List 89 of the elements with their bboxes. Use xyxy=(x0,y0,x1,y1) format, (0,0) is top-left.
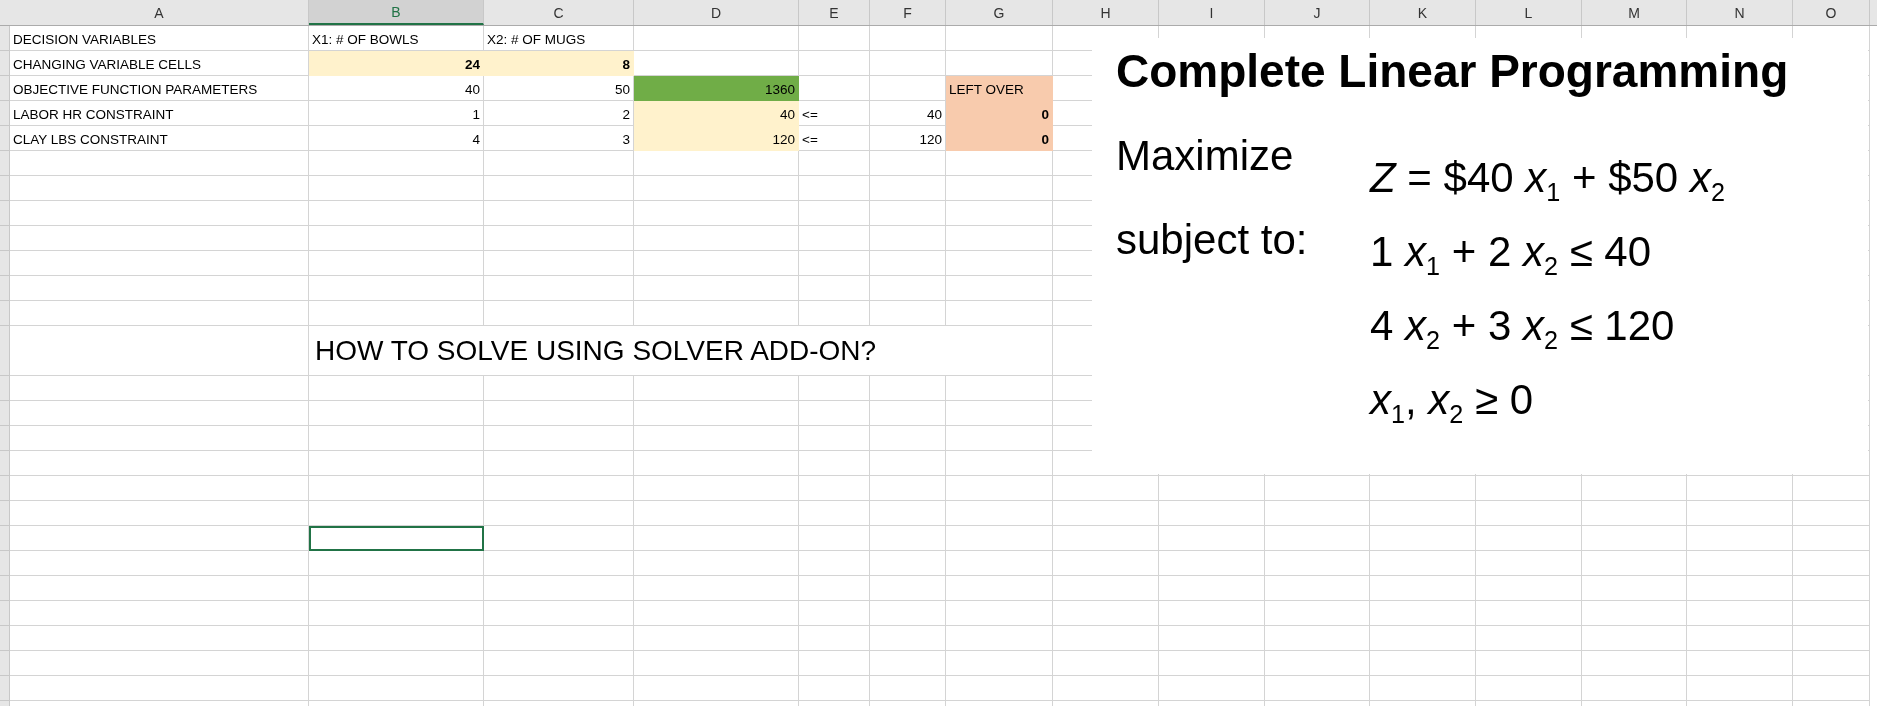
column-header[interactable]: D xyxy=(634,0,799,25)
row-header[interactable] xyxy=(0,101,10,126)
row-header[interactable] xyxy=(0,526,10,551)
table-cell: <= xyxy=(799,101,870,126)
table-cell: CLAY LBS CONSTRAINT xyxy=(10,126,309,151)
row-header[interactable] xyxy=(0,551,10,576)
table-cell xyxy=(799,176,870,201)
constraint-equation: 4 x$_{2}$ + 3 x$_{2}$ ≤ 120 xyxy=(1370,302,1676,357)
table-cell xyxy=(799,651,870,676)
table-cell xyxy=(799,626,870,651)
table-cell xyxy=(799,301,870,326)
row-header[interactable] xyxy=(0,651,10,676)
column-header[interactable]: B xyxy=(309,0,484,25)
row-header[interactable] xyxy=(0,51,10,76)
row-header[interactable] xyxy=(0,676,10,701)
table-cell: 24 xyxy=(309,51,484,76)
table-cell xyxy=(799,526,870,551)
objective-label: Maximize xyxy=(1116,132,1295,181)
objective-equation: Z = $40 x$_{1}$ + $50 x$_{2}$ xyxy=(1370,154,1725,209)
column-header[interactable]: F xyxy=(870,0,946,25)
row-header[interactable] xyxy=(0,401,10,426)
table-cell xyxy=(799,251,870,276)
column-header[interactable]: O xyxy=(1793,0,1870,25)
row-header[interactable] xyxy=(0,276,10,301)
constraint-equation: x$_{1}$, x$_{2}$ ≥ 0 xyxy=(1370,376,1535,431)
table-cell xyxy=(799,551,870,576)
table-cell: 120 xyxy=(634,126,799,151)
table-cell: <= xyxy=(799,126,870,151)
row-header[interactable] xyxy=(0,601,10,626)
row-header[interactable] xyxy=(0,576,10,601)
row-header[interactable] xyxy=(0,226,10,251)
row-header[interactable] xyxy=(0,201,10,226)
table-cell: 40 xyxy=(634,101,799,126)
table-cell: 8 xyxy=(484,51,634,76)
table-cell xyxy=(799,576,870,601)
table-cell xyxy=(799,601,870,626)
row-header[interactable] xyxy=(0,26,10,51)
table-cell: LABOR HR CONSTRAINT xyxy=(10,101,309,126)
column-header[interactable]: N xyxy=(1687,0,1793,25)
note-text: HOW TO SOLVE USING SOLVER ADD-ON? xyxy=(309,326,1053,376)
table-cell: 4 xyxy=(309,126,484,151)
table-cell: 1 xyxy=(309,101,484,126)
table-cell xyxy=(799,376,870,401)
table-cell: DECISION VARIABLES xyxy=(10,26,309,51)
table-cell: OBJECTIVE FUNCTION PARAMETERS xyxy=(10,76,309,101)
column-header[interactable]: J xyxy=(1265,0,1370,25)
row-header[interactable] xyxy=(0,126,10,151)
table-cell: 0 xyxy=(946,101,1053,126)
table-cell: 40 xyxy=(309,76,484,101)
table-cell xyxy=(799,76,870,101)
row-header[interactable] xyxy=(0,326,10,376)
table-cell xyxy=(799,151,870,176)
table-cell xyxy=(799,476,870,501)
row-header[interactable] xyxy=(0,301,10,326)
row-header[interactable] xyxy=(0,451,10,476)
table-cell: LEFT OVER xyxy=(946,76,1053,101)
table-cell: CHANGING VARIABLE CELLS xyxy=(10,51,309,76)
column-header[interactable]: K xyxy=(1370,0,1476,25)
table-cell xyxy=(799,451,870,476)
table-cell xyxy=(799,401,870,426)
table-cell xyxy=(799,26,870,51)
column-header[interactable]: E xyxy=(799,0,870,25)
table-cell xyxy=(799,276,870,301)
table-cell xyxy=(799,501,870,526)
row-header[interactable] xyxy=(0,476,10,501)
table-cell xyxy=(799,201,870,226)
row-header[interactable] xyxy=(0,426,10,451)
table-cell xyxy=(799,226,870,251)
column-header[interactable]: G xyxy=(946,0,1053,25)
table-cell xyxy=(799,51,870,76)
row-header[interactable] xyxy=(0,501,10,526)
row-header[interactable] xyxy=(0,176,10,201)
row-header[interactable] xyxy=(0,376,10,401)
constraints-label: subject to: xyxy=(1116,216,1309,264)
panel-title: Complete Linear Programming xyxy=(1116,44,1790,98)
active-cell[interactable] xyxy=(309,526,484,551)
row-header[interactable] xyxy=(0,76,10,101)
row-header[interactable] xyxy=(0,626,10,651)
table-cell: 1360 xyxy=(634,76,799,101)
column-header[interactable]: H xyxy=(1053,0,1159,25)
row-header[interactable] xyxy=(0,251,10,276)
row-header[interactable] xyxy=(0,151,10,176)
table-cell: 0 xyxy=(946,126,1053,151)
constraint-equation: 1 x$_{1}$ + 2 x$_{2}$ ≤ 40 xyxy=(1370,228,1653,283)
column-header[interactable]: C xyxy=(484,0,634,25)
column-header[interactable]: I xyxy=(1159,0,1265,25)
table-cell xyxy=(799,426,870,451)
column-header[interactable]: L xyxy=(1476,0,1582,25)
column-header[interactable]: M xyxy=(1582,0,1687,25)
